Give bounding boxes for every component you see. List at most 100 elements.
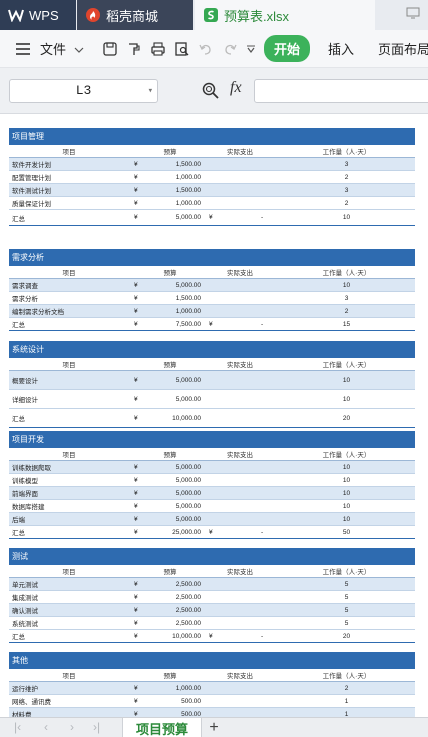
table-row[interactable]: 数据库搭建 ¥5,000.00 10: [9, 500, 415, 513]
cell-item-name[interactable]: 运行维护: [12, 682, 38, 694]
table-row[interactable]: 训练数据爬取 ¥5,000.00 10: [9, 461, 415, 474]
cell-workload[interactable]: 5: [309, 591, 384, 603]
save-icon[interactable]: [102, 40, 118, 58]
prev-sheet-icon[interactable]: ‹: [44, 720, 48, 734]
cell-item-name[interactable]: 编制需求分析文档: [12, 305, 64, 317]
format-painter-icon[interactable]: [126, 40, 142, 58]
cell-budget[interactable]: 1,500.00: [144, 158, 201, 170]
col-header-item[interactable]: 项目: [9, 669, 129, 681]
tab-start[interactable]: 开始: [264, 35, 311, 62]
col-header-work[interactable]: 工作量（人·天）: [299, 358, 394, 370]
col-header-budget[interactable]: 预算: [139, 145, 201, 157]
cell-workload[interactable]: 5: [309, 617, 384, 629]
cell-workload[interactable]: 1: [309, 708, 384, 718]
file-menu-button[interactable]: 文件: [14, 39, 84, 58]
cell-item-name[interactable]: 训练模型: [12, 474, 38, 486]
cell-budget[interactable]: 5,000.00: [144, 513, 201, 525]
more-dropdown-icon[interactable]: [246, 40, 256, 58]
cell-budget[interactable]: 500.00: [144, 695, 201, 707]
col-header-budget[interactable]: 预算: [139, 266, 201, 278]
section-title[interactable]: 其他: [9, 652, 415, 669]
col-header-work[interactable]: 工作量（人·天）: [299, 448, 394, 460]
cell-budget[interactable]: 2,500.00: [144, 591, 201, 603]
cell-actual[interactable]: -: [261, 630, 263, 642]
cell-workload[interactable]: 5: [309, 578, 384, 590]
cell-workload[interactable]: 10: [309, 461, 384, 473]
next-sheet-icon[interactable]: ›: [70, 720, 74, 734]
cell-budget[interactable]: 1,000.00: [144, 171, 201, 183]
window-mode-icon[interactable]: [406, 6, 420, 24]
table-row[interactable]: 需求分析 ¥1,500.00 3: [9, 292, 415, 305]
cell-item-name[interactable]: 汇总: [12, 630, 25, 642]
cell-item-name[interactable]: 需求调查: [12, 279, 38, 291]
cell-item-name[interactable]: 前端界面: [12, 487, 38, 499]
table-row[interactable]: 材料费 ¥500.00 1: [9, 708, 415, 717]
col-header-work[interactable]: 工作量（人·天）: [299, 266, 394, 278]
function-fx-icon[interactable]: fx: [230, 79, 242, 97]
cell-item-name[interactable]: 材料费: [12, 708, 32, 717]
col-header-item[interactable]: 项目: [9, 448, 129, 460]
table-row[interactable]: 需求调查 ¥5,000.00 10: [9, 279, 415, 292]
cell-workload[interactable]: 10: [309, 210, 384, 225]
cell-workload[interactable]: 3: [309, 158, 384, 170]
cell-budget[interactable]: 2,500.00: [144, 578, 201, 590]
cell-item-name[interactable]: 汇总: [12, 526, 25, 538]
col-header-budget[interactable]: 预算: [139, 448, 201, 460]
col-header-item[interactable]: 项目: [9, 565, 129, 577]
col-header-work[interactable]: 工作量（人·天）: [299, 669, 394, 681]
col-header-actual[interactable]: 实际支出: [209, 669, 271, 681]
cell-budget[interactable]: 1,000.00: [144, 682, 201, 694]
add-sheet-icon[interactable]: +: [205, 718, 223, 737]
table-row[interactable]: 单元测试 ¥2,500.00 5: [9, 578, 415, 591]
section-title[interactable]: 项目管理: [9, 128, 415, 145]
undo-icon[interactable]: [198, 40, 214, 58]
cell-item-name[interactable]: 数据库搭建: [12, 500, 45, 512]
cell-item-name[interactable]: 配置管理计划: [12, 171, 51, 183]
zoom-lookup-icon[interactable]: [202, 82, 220, 100]
cell-budget[interactable]: 5,000.00: [144, 210, 201, 225]
last-sheet-icon[interactable]: ›|: [93, 720, 100, 734]
cell-budget[interactable]: 1,000.00: [144, 305, 201, 317]
table-row[interactable]: 软件开发计划 ¥1,500.00 3: [9, 158, 415, 171]
cell-budget[interactable]: 1,000.00: [144, 197, 201, 209]
total-row[interactable]: 汇总 ¥10,000.00 20: [9, 409, 415, 428]
cell-budget[interactable]: 5,000.00: [144, 500, 201, 512]
total-row[interactable]: 汇总 ¥7,500.00 ¥ - 15: [9, 318, 415, 331]
col-header-item[interactable]: 项目: [9, 266, 129, 278]
cell-budget[interactable]: 500.00: [144, 708, 201, 718]
cell-budget[interactable]: 5,000.00: [144, 279, 201, 291]
section-title[interactable]: 测试: [9, 548, 415, 565]
cell-budget[interactable]: 7,500.00: [144, 318, 201, 330]
first-sheet-icon[interactable]: |‹: [14, 720, 21, 734]
col-header-actual[interactable]: 实际支出: [209, 145, 271, 157]
cell-item-name[interactable]: 详细设计: [12, 390, 38, 408]
table-row[interactable]: 运行维护 ¥1,000.00 2: [9, 682, 415, 695]
cell-workload[interactable]: 10: [309, 513, 384, 525]
cell-workload[interactable]: 10: [309, 279, 384, 291]
col-header-budget[interactable]: 预算: [139, 358, 201, 370]
table-row[interactable]: 配置管理计划 ¥1,000.00 2: [9, 171, 415, 184]
cell-budget[interactable]: 5,000.00: [144, 474, 201, 486]
cell-budget[interactable]: 10,000.00: [144, 630, 201, 642]
spreadsheet-grid[interactable]: 项目管理 项目 预算 实际支出 工作量（人·天） 软件开发计划 ¥1,500.00 3 配置管理…: [0, 114, 428, 717]
tab-wps-home[interactable]: WPS: [0, 0, 76, 30]
cell-item-name[interactable]: 训练数据爬取: [12, 461, 51, 473]
cell-budget[interactable]: 1,500.00: [144, 292, 201, 304]
cell-workload[interactable]: 2: [309, 682, 384, 694]
col-header-item[interactable]: 项目: [9, 145, 129, 157]
col-header-actual[interactable]: 实际支出: [209, 448, 271, 460]
cell-workload[interactable]: 20: [309, 409, 384, 427]
total-row[interactable]: 汇总 ¥10,000.00 ¥ - 20: [9, 630, 415, 643]
cell-item-name[interactable]: 确认测试: [12, 604, 38, 616]
cell-workload[interactable]: 2: [309, 171, 384, 183]
cell-actual[interactable]: -: [261, 210, 263, 225]
cell-budget[interactable]: 5,000.00: [144, 487, 201, 499]
table-row[interactable]: 软件测试计划 ¥1,500.00 3: [9, 184, 415, 197]
col-header-actual[interactable]: 实际支出: [209, 358, 271, 370]
tab-page-layout[interactable]: 页面布局: [378, 39, 428, 58]
cell-workload[interactable]: 3: [309, 292, 384, 304]
col-header-actual[interactable]: 实际支出: [209, 266, 271, 278]
print-icon[interactable]: [150, 40, 166, 58]
table-row[interactable]: 系统测试 ¥2,500.00 5: [9, 617, 415, 630]
table-row[interactable]: 集成测试 ¥2,500.00 5: [9, 591, 415, 604]
